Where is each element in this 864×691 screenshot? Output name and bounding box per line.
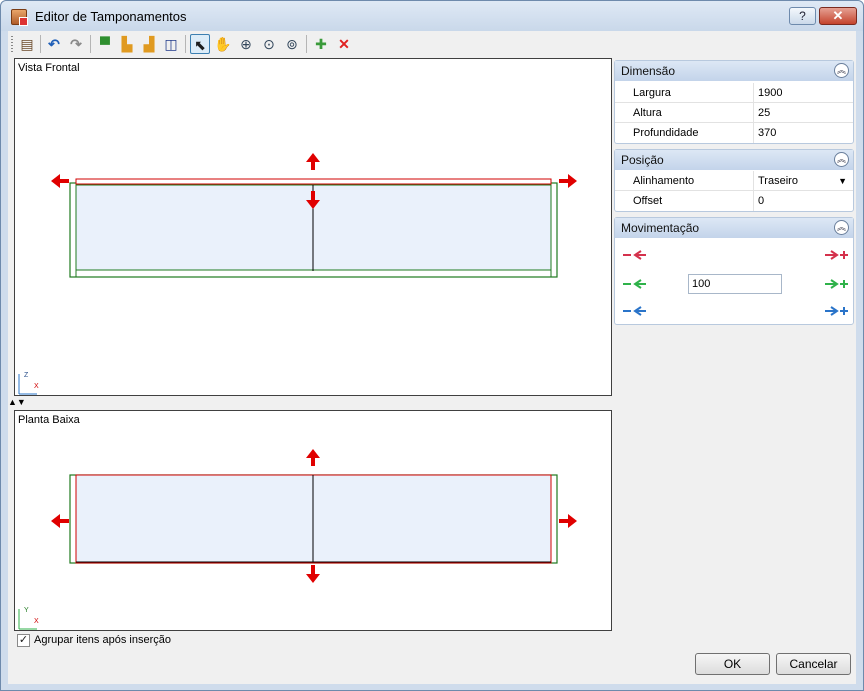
posicao-title: Posição xyxy=(621,153,664,167)
view-splitter[interactable]: ▲▼ xyxy=(8,396,28,408)
delete-icon[interactable]: ✕ xyxy=(334,34,354,54)
group-items-checkbox[interactable]: ✓ xyxy=(17,634,30,647)
toolbar-separator xyxy=(306,35,307,53)
altura-value[interactable]: 25 xyxy=(753,103,853,123)
collapse-icon[interactable]: ︽ xyxy=(834,220,849,235)
move-x-minus-button[interactable] xyxy=(621,248,649,262)
prop-row-alinhamento[interactable]: Alinhamento Traseiro ▼ xyxy=(615,171,853,191)
move-y-minus-button[interactable] xyxy=(621,277,649,291)
movimentacao-title: Movimentação xyxy=(621,221,700,235)
toolbar: ▤ ↶ ↷ ▀ ▙ ▟ ◫ ⬉ ✋ ⊕ ⊙ ⊚ ✚ ✕ xyxy=(8,31,856,57)
undo-icon[interactable]: ↶ xyxy=(44,34,64,54)
align-right-icon[interactable]: ▟ xyxy=(139,34,159,54)
prop-row-offset[interactable]: Offset 0 xyxy=(615,191,853,211)
redo-icon[interactable]: ↷ xyxy=(66,34,86,54)
move-z-minus-button[interactable] xyxy=(621,304,649,318)
posicao-header[interactable]: Posição ︽ xyxy=(615,150,853,170)
select-pointer-icon[interactable]: ⬉ xyxy=(190,34,210,54)
front-view-drawing[interactable]: Z X xyxy=(15,59,611,395)
axis-x-label: X xyxy=(34,383,39,390)
arrow-up-icon[interactable] xyxy=(306,449,320,466)
prop-label: Alinhamento xyxy=(633,175,695,187)
alinhamento-value: Traseiro xyxy=(758,175,798,187)
arrow-left-icon[interactable] xyxy=(51,514,69,528)
dimensao-section: Dimensão ︽ Largura 1900 Altura 25 Profun… xyxy=(614,60,854,144)
arrow-right-icon[interactable] xyxy=(559,174,577,188)
largura-value[interactable]: 1900 xyxy=(753,83,853,103)
arrow-left-icon[interactable] xyxy=(51,174,69,188)
zoom-in-icon[interactable]: ⊕ xyxy=(236,34,256,54)
group-items-label: Agrupar itens após inserção xyxy=(34,634,171,646)
help-button[interactable]: ? xyxy=(789,7,816,25)
dialog-client: ▤ ↶ ↷ ▀ ▙ ▟ ◫ ⬉ ✋ ⊕ ⊙ ⊚ ✚ ✕ Vista Fronta… xyxy=(8,31,856,684)
align-top-icon[interactable]: ▀ xyxy=(95,34,115,54)
prop-row-profundidade[interactable]: Profundidade 370 xyxy=(615,123,853,143)
top-view-panel[interactable]: Planta Baixa Y X xyxy=(14,410,612,631)
alinhamento-select[interactable]: Traseiro ▼ xyxy=(753,171,853,191)
collapse-icon[interactable]: ︽ xyxy=(834,152,849,167)
move-step-input[interactable] xyxy=(688,274,782,294)
dimensao-title: Dimensão xyxy=(621,64,676,78)
close-button[interactable]: ✕ xyxy=(819,7,857,25)
prop-label: Profundidade xyxy=(633,127,699,139)
cancel-button[interactable]: Cancelar xyxy=(776,653,851,675)
toolbar-separator xyxy=(90,35,91,53)
toolbar-separator xyxy=(40,35,41,53)
zoom-window-icon[interactable]: ⊙ xyxy=(259,34,279,54)
move-x-plus-button[interactable] xyxy=(823,248,851,262)
prop-row-altura[interactable]: Altura 25 xyxy=(615,103,853,123)
profundidade-value[interactable]: 370 xyxy=(753,123,853,143)
app-icon xyxy=(11,9,28,26)
pan-hand-icon[interactable]: ✋ xyxy=(213,34,233,54)
selected-shelf[interactable] xyxy=(75,178,552,185)
collapse-icon[interactable]: ︽ xyxy=(834,63,849,78)
align-left-icon[interactable]: ▙ xyxy=(117,34,137,54)
window-title: Editor de Tamponamentos xyxy=(35,9,187,24)
axis-x-label: X xyxy=(34,618,39,625)
arrow-up-icon[interactable] xyxy=(306,153,320,170)
offset-value[interactable]: 0 xyxy=(753,191,853,211)
toolbar-separator xyxy=(185,35,186,53)
toolbar-grip[interactable] xyxy=(11,36,13,52)
dropdown-arrow-icon[interactable]: ▼ xyxy=(838,171,847,191)
dimensao-header[interactable]: Dimensão ︽ xyxy=(615,61,853,81)
top-view-drawing[interactable]: Y X xyxy=(15,411,611,630)
insert-icon[interactable]: ✚ xyxy=(311,34,331,54)
zoom-extents-icon[interactable]: ⊚ xyxy=(282,34,302,54)
movimentacao-section: Movimentação ︽ xyxy=(614,217,854,325)
prop-label: Altura xyxy=(633,107,662,119)
axis-z-label: Z xyxy=(24,372,29,379)
panel-drawing-top[interactable] xyxy=(69,474,558,564)
axis-y-label: Y xyxy=(24,607,29,614)
axis-indicator: Y X xyxy=(18,607,39,630)
properties-icon[interactable]: ▤ xyxy=(17,34,37,54)
prop-row-largura[interactable]: Largura 1900 xyxy=(615,83,853,103)
prop-label: Offset xyxy=(633,195,663,207)
title-bar: Editor de Tamponamentos ? ✕ xyxy=(1,1,863,31)
split-icon[interactable]: ◫ xyxy=(161,34,181,54)
ok-button[interactable]: OK xyxy=(695,653,770,675)
movimentacao-header[interactable]: Movimentação ︽ xyxy=(615,218,853,238)
arrow-right-icon[interactable] xyxy=(559,514,577,528)
axis-indicator: Z X xyxy=(18,372,39,395)
arrow-down-icon[interactable] xyxy=(306,565,320,583)
front-view-panel[interactable]: Vista Frontal Z X xyxy=(14,58,612,396)
posicao-section: Posição ︽ Alinhamento Traseiro ▼ Offset … xyxy=(614,149,854,212)
prop-label: Largura xyxy=(633,87,671,99)
move-y-plus-button[interactable] xyxy=(823,277,851,291)
move-z-plus-button[interactable] xyxy=(823,304,851,318)
editor-window: Editor de Tamponamentos ? ✕ ▤ ↶ ↷ ▀ ▙ ▟ … xyxy=(0,0,864,691)
